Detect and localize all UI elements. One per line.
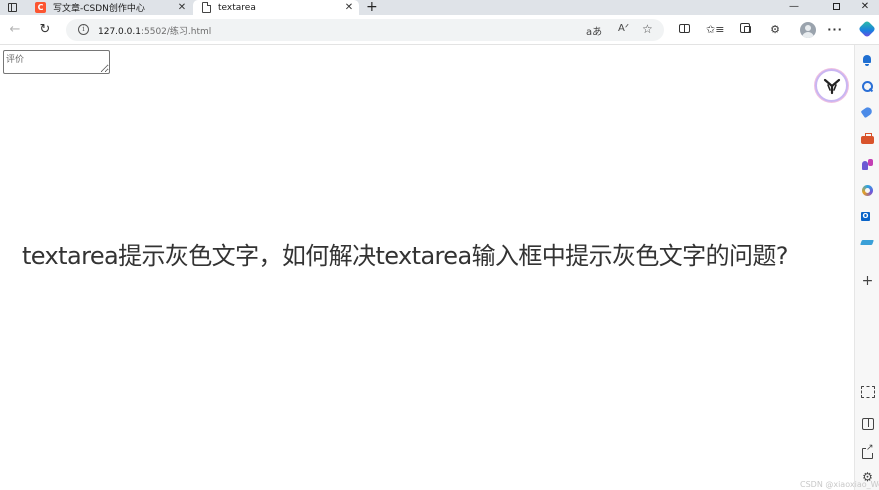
favorites-icon[interactable]: ✩≡ — [706, 23, 724, 37]
url-path: :5502/练习.html — [140, 27, 212, 37]
browser-toolbar: ← ↻ i 127.0.0.1:5502/练习.html aあ Aᐟ ☆ ✩≡ … — [0, 15, 879, 45]
tab-textarea[interactable]: textarea ✕ — [193, 0, 359, 15]
review-textarea[interactable] — [3, 50, 110, 74]
split-screen-icon[interactable] — [676, 23, 692, 37]
edge-sidebar: + ⚙ — [854, 45, 879, 490]
watermark: CSDN @xiaoxiao_Wei — [800, 480, 879, 489]
screenshot-icon[interactable] — [861, 385, 875, 398]
outlook-icon[interactable] — [861, 210, 874, 223]
back-button[interactable]: ← — [6, 21, 24, 39]
tab-csdn[interactable]: C 写文章-CSDN创作中心 ✕ — [28, 0, 192, 15]
tab-title: textarea — [218, 2, 256, 13]
assistant-logo-icon — [823, 78, 841, 95]
tab-close-icon[interactable]: ✕ — [343, 2, 355, 13]
notifications-icon[interactable] — [861, 54, 874, 67]
url-host: 127.0.0.1 — [98, 27, 141, 37]
reload-button[interactable]: ↻ — [36, 21, 54, 39]
copilot-icon[interactable] — [858, 20, 876, 38]
tools-icon[interactable] — [861, 132, 874, 145]
maximize-button[interactable] — [822, 0, 850, 14]
hide-sidebar-icon[interactable] — [861, 417, 874, 430]
tab-actions-button[interactable] — [6, 1, 18, 13]
search-icon[interactable] — [861, 80, 874, 93]
shopping-tag-icon[interactable] — [861, 106, 874, 119]
floating-assistant-button[interactable] — [815, 69, 848, 102]
site-info-icon[interactable]: i — [78, 24, 89, 35]
add-sidebar-app-button[interactable]: + — [861, 274, 874, 288]
games-icon[interactable] — [861, 158, 874, 171]
document-icon — [202, 2, 211, 13]
collections-icon[interactable] — [737, 23, 753, 37]
extensions-icon[interactable]: ⚙ — [767, 23, 783, 37]
profile-avatar[interactable] — [800, 22, 816, 38]
read-aloud-icon[interactable]: aあ — [586, 23, 602, 38]
new-tab-button[interactable]: + — [366, 0, 378, 15]
csdn-logo-icon: C — [35, 2, 46, 13]
drop-icon[interactable] — [861, 236, 874, 249]
url-text[interactable]: 127.0.0.1:5502/练习.html — [98, 24, 211, 37]
minimize-button[interactable]: — — [780, 0, 808, 14]
close-window-button[interactable]: ✕ — [851, 0, 879, 14]
address-bar[interactable]: i 127.0.0.1:5502/练习.html aあ Aᐟ ☆ — [66, 19, 664, 41]
tab-close-icon[interactable]: ✕ — [176, 2, 188, 13]
overlay-title: textarea提示灰色文字，如何解决textarea输入框中提示灰色文字的问题… — [22, 242, 789, 270]
browser-window: C 写文章-CSDN创作中心 ✕ textarea ✕ + — ✕ ← ↻ i … — [0, 0, 879, 490]
tab-actions-icon — [8, 3, 17, 12]
tab-title: 写文章-CSDN创作中心 — [53, 4, 145, 14]
more-options-icon[interactable]: ··· — [827, 23, 843, 37]
translate-icon[interactable]: Aᐟ — [618, 23, 629, 34]
open-external-icon[interactable] — [861, 443, 874, 459]
restore-icon — [832, 3, 840, 10]
add-favorite-icon[interactable]: ☆ — [642, 22, 653, 36]
microsoft365-icon[interactable] — [861, 184, 874, 197]
tab-strip: C 写文章-CSDN创作中心 ✕ textarea ✕ + — ✕ — [0, 0, 879, 15]
